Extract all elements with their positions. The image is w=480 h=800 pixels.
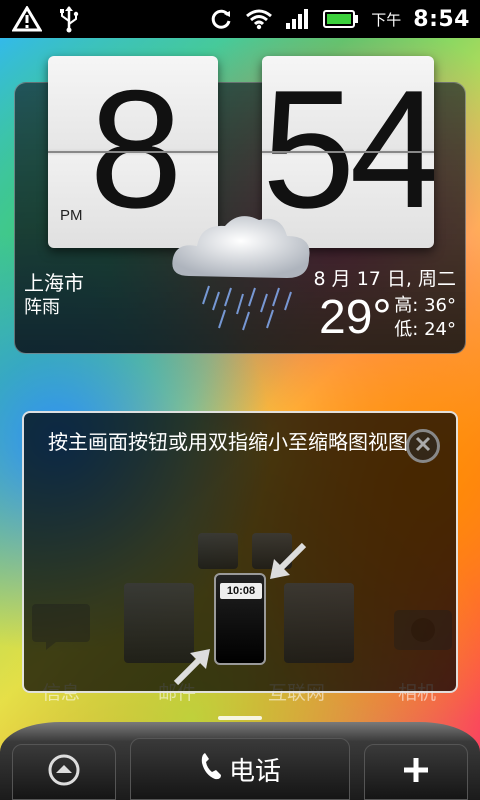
current-temperature: 29° bbox=[319, 291, 392, 344]
mini-clock: 10:08 bbox=[220, 583, 262, 599]
add-button[interactable] bbox=[364, 744, 468, 800]
location-block: 上海市 阵雨 bbox=[24, 270, 84, 320]
bar-handle bbox=[218, 716, 262, 720]
weather-condition: 阵雨 bbox=[24, 297, 60, 318]
date-label: 8 月 17 日, 周二 bbox=[313, 268, 456, 290]
plus-icon bbox=[401, 755, 431, 789]
tip-text: 按主画面按钮或用双指缩小至缩略图视图 bbox=[48, 430, 408, 454]
usb-icon bbox=[58, 5, 80, 33]
arrow-in-icon bbox=[264, 541, 308, 589]
temperature-range: 高: 36° 低: 24° bbox=[394, 294, 456, 342]
pinch-illustration: 10:08 bbox=[124, 523, 364, 691]
arrow-in-icon bbox=[172, 643, 216, 691]
chevron-up-icon bbox=[47, 753, 81, 791]
tip-dialog[interactable]: 按主画面按钮或用双指缩小至缩略图视图 10:08 bbox=[22, 411, 458, 693]
rain-cloud-icon bbox=[159, 206, 329, 336]
status-bar: 下午 8:54 bbox=[0, 0, 480, 38]
wifi-icon bbox=[245, 8, 273, 30]
phone-button[interactable]: 电话 bbox=[130, 738, 350, 800]
all-apps-button[interactable] bbox=[12, 744, 116, 800]
low-temperature: 低: 24° bbox=[394, 319, 456, 340]
phone-thumbnail: 10:08 bbox=[214, 573, 266, 665]
warning-icon bbox=[12, 6, 42, 32]
bottom-launcher-bar: 电话 bbox=[0, 716, 480, 800]
close-icon bbox=[414, 435, 432, 457]
sync-icon bbox=[209, 7, 233, 31]
battery-icon bbox=[323, 9, 359, 29]
status-period: 下午 bbox=[371, 10, 402, 29]
clock-weather-widget[interactable]: 8 PM 54 上海市 阵雨 8 月 17 日, 周二 29° 高: 36° 低… bbox=[14, 56, 466, 356]
thumbnail-panel bbox=[198, 533, 238, 569]
close-button[interactable] bbox=[406, 429, 440, 463]
signal-icon bbox=[285, 8, 311, 30]
thumbnail-panel bbox=[284, 583, 354, 663]
phone-icon bbox=[199, 751, 223, 788]
status-clock: 8:54 bbox=[413, 6, 470, 32]
high-temperature: 高: 36° bbox=[394, 295, 456, 316]
city-name: 上海市 bbox=[24, 271, 84, 295]
ampm-label: PM bbox=[60, 207, 83, 224]
phone-label: 电话 bbox=[228, 756, 281, 787]
